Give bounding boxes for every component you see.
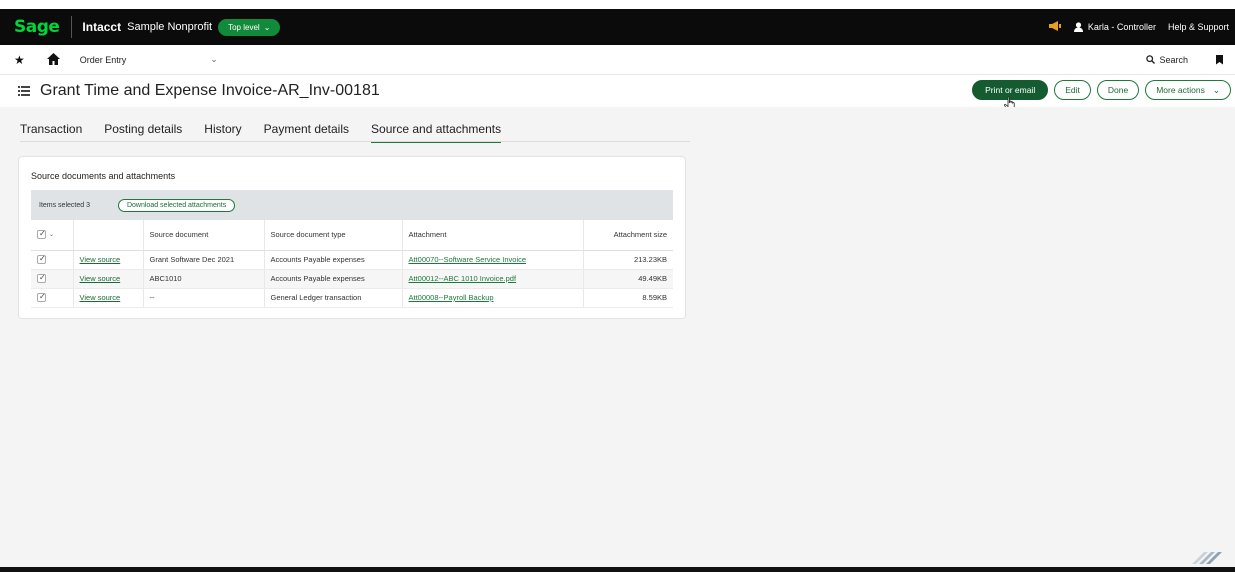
row-checkbox[interactable] [37,273,46,284]
attachment-size-cell: 8.59KB [583,288,673,308]
row-checkbox-cell [31,269,74,289]
view-source-cell: View source [73,250,144,270]
help-support-link[interactable]: Help & Support [1168,22,1229,32]
top-bar: Sage Intacct Sample Nonprofit Top level … [0,9,1235,45]
app-name: Intacct [82,20,122,34]
search-label: Search [1159,54,1188,65]
corner-watermark-icon [1192,552,1222,564]
chevron-down-icon[interactable]: ⌄ [49,231,54,238]
user-icon [1073,22,1083,32]
column-header-source-document-type[interactable]: Source document type [264,220,403,251]
attachment-cell: Att00012--ABC 1010 Invoice.pdf [402,269,584,289]
row-checkbox[interactable] [37,254,46,265]
column-header-attachment[interactable]: Attachment [402,220,584,251]
card-title: Source documents and attachments [31,171,176,181]
source-document-type-cell: Accounts Payable expenses [264,250,403,270]
title-bar: Grant Time and Expense Invoice-AR_Inv-00… [0,75,1235,107]
column-header-attachment-size[interactable]: Attachment size [583,220,673,251]
tab-history[interactable]: History [204,122,241,142]
tab-transaction[interactable]: Transaction [20,122,82,142]
view-source-link[interactable]: View source [80,293,121,302]
column-header-source-document[interactable]: Source document [143,220,265,251]
tab-posting-details[interactable]: Posting details [104,122,182,142]
row-checkbox-cell [31,288,74,308]
source-document-cell: -- [143,288,265,308]
more-actions-label: More actions [1156,85,1205,95]
source-document-cell: ABC1010 [143,269,265,289]
source-attachments-card: Source documents and attachments Items s… [18,156,686,319]
company-name: Sample Nonprofit [127,21,213,33]
view-source-link[interactable]: View source [80,255,121,264]
done-button[interactable]: Done [1096,80,1140,100]
row-checkbox-cell [31,250,74,270]
attachment-size-cell: 213.23KB [583,250,673,270]
select-all-checkbox[interactable] [37,229,46,240]
module-selector[interactable]: Order Entry [80,55,127,65]
table-row: View source Grant Software Dec 2021 Acco… [31,250,673,270]
list-menu-icon[interactable] [18,84,30,99]
chevron-down-icon: ⌄ [1212,84,1220,95]
tabs-divider [20,141,690,142]
entity-level-label: Top level [228,22,260,32]
nav-bar: ★ Order Entry ⌄ Search [0,45,1235,75]
table-header-row: ⌄ Source document Source document type A… [31,220,673,251]
home-icon[interactable] [46,52,60,68]
view-source-cell: View source [73,288,144,308]
page-title: Grant Time and Expense Invoice-AR_Inv-00… [40,82,380,99]
attachment-link[interactable]: Att00070--Software Service Invoice [409,255,527,264]
attachment-link[interactable]: Att00012--ABC 1010 Invoice.pdf [409,274,517,283]
search-icon [1146,55,1156,64]
user-name: Karla - Controller [1087,22,1156,32]
attachment-cell: Att00008--Payroll Backup [402,288,584,308]
items-selected-count: Items selected 3 [39,201,90,209]
bookmark-icon[interactable] [1216,54,1223,65]
record-tabs: Transaction Posting details History Paym… [20,122,523,143]
top-bar-right: Karla - Controller Help & Support [1048,20,1229,34]
attachment-cell: Att00070--Software Service Invoice [402,250,584,270]
view-source-column-header [73,220,144,251]
source-document-type-cell: General Ledger transaction [264,288,403,308]
download-selected-button[interactable]: Download selected attachments [117,198,236,212]
more-actions-button[interactable]: More actions ⌄ [1145,80,1231,100]
favorites-star-icon[interactable]: ★ [14,53,25,67]
view-source-link[interactable]: View source [80,274,121,283]
chevron-down-icon: ⌄ [263,22,271,32]
tab-payment-details[interactable]: Payment details [264,122,349,142]
selection-bar: Items selected 3 Download selected attac… [31,190,673,220]
select-all-header: ⌄ [31,220,74,251]
edit-button[interactable]: Edit [1054,80,1091,100]
search-button[interactable]: Search [1146,55,1188,65]
tab-source-and-attachments[interactable]: Source and attachments [371,122,502,143]
user-menu[interactable]: Karla - Controller [1073,22,1156,32]
table-row: View source ABC1010 Accounts Payable exp… [31,269,673,289]
attachment-link[interactable]: Att00008--Payroll Backup [409,293,494,302]
row-checkbox[interactable] [37,292,46,303]
bottom-edge [0,567,1235,572]
top-bar-divider [71,16,73,38]
announcements-icon[interactable] [1048,20,1062,34]
source-document-cell: Grant Software Dec 2021 [143,250,265,270]
entity-level-selector[interactable]: Top level ⌄ [218,18,281,36]
attachment-size-cell: 49.49KB [583,269,673,289]
table-row: View source -- General Ledger transactio… [31,288,673,308]
sage-logo[interactable]: Sage [14,17,60,37]
module-chevron-down-icon[interactable]: ⌄ [210,54,218,65]
top-strip [0,0,1235,9]
attachments-table: ⌄ Source document Source document type A… [31,220,673,308]
view-source-cell: View source [73,269,144,289]
source-document-type-cell: Accounts Payable expenses [264,269,403,289]
